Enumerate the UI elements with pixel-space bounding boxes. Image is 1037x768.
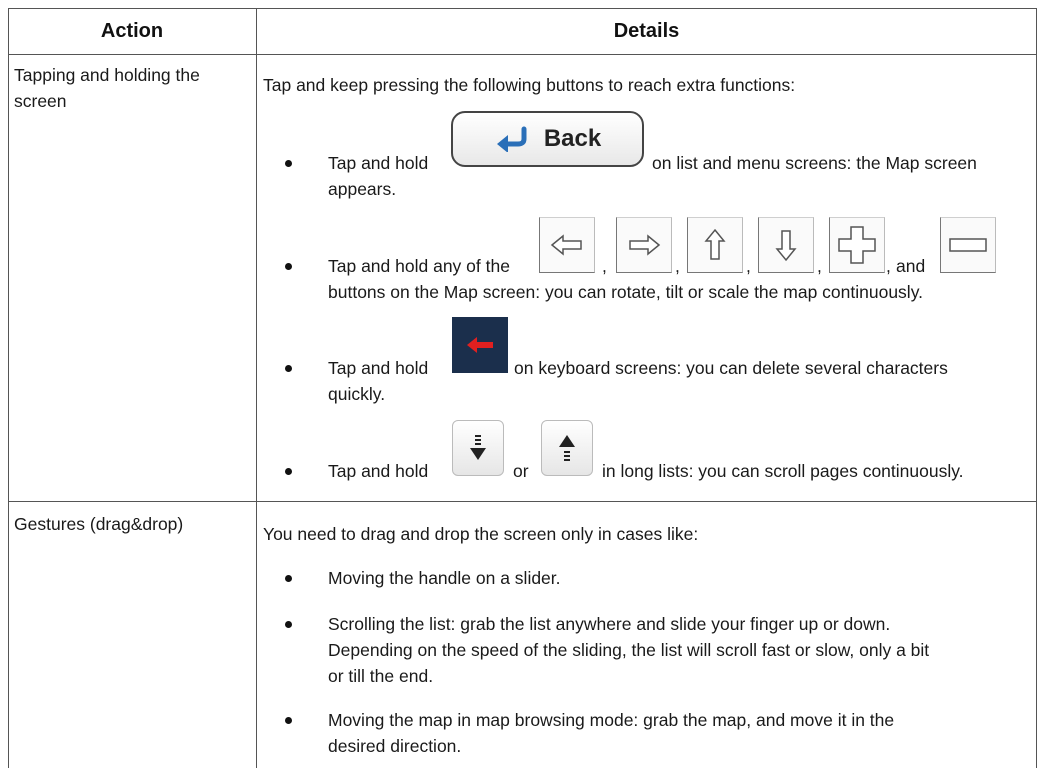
separator: , — [817, 256, 822, 276]
back-button-image: Back — [451, 111, 644, 167]
back-arrow-icon — [496, 126, 527, 152]
bullet — [285, 160, 292, 167]
item-text: on keyboard screens: you can delete seve… — [514, 358, 948, 378]
header-details: Details — [613, 19, 680, 42]
page-up-button-image — [541, 420, 593, 476]
bullet — [285, 717, 292, 724]
separator: , — [886, 256, 891, 276]
arrow-left-icon — [550, 234, 582, 256]
row1-action: Tapping and holding the screen — [14, 65, 200, 111]
item-text: Tap and hold — [328, 461, 429, 481]
column-divider — [256, 8, 257, 768]
and-text: and — [896, 256, 926, 276]
row2-action: Gestures (drag&drop) — [14, 514, 184, 534]
row1-intro: Tap and keep pressing the following butt… — [263, 75, 796, 95]
page-down-icon — [470, 435, 486, 460]
arrow-down-icon — [775, 230, 797, 262]
separator: , — [602, 256, 607, 276]
item-text: Tap and hold — [328, 153, 429, 173]
item-text: Moving the map in map browsing mode: gra… — [328, 710, 895, 730]
table-left-border — [8, 8, 9, 768]
item-text: Moving the handle on a slider. — [328, 568, 561, 588]
features-table: Action Details Tapping and holding the s… — [8, 8, 1037, 768]
bullet — [285, 621, 292, 628]
item-text: buttons on the Map screen: you can rotat… — [328, 282, 924, 302]
bullet — [285, 263, 292, 270]
item-text: Tap and hold — [328, 358, 429, 378]
row2-intro: You need to drag and drop the screen onl… — [263, 524, 699, 544]
bullet — [285, 468, 292, 475]
item-text: desired direction. — [328, 736, 462, 756]
zoom-in-plus-icon — [838, 226, 876, 264]
page-up-icon — [559, 435, 575, 461]
page-down-button-image — [452, 420, 504, 476]
header-action: Action — [100, 19, 164, 42]
item-text: quickly. — [328, 384, 386, 404]
arrow-up-icon — [704, 228, 726, 260]
back-label: Back — [543, 125, 602, 152]
backspace-red-arrow-icon — [467, 337, 493, 353]
separator: , — [675, 256, 680, 276]
arrow-right-icon — [629, 234, 661, 256]
separator: , — [746, 256, 751, 276]
or-text: or — [513, 461, 529, 481]
zoom-in-button-image — [829, 217, 885, 273]
arrow-left-button-image — [539, 217, 595, 273]
bullet — [285, 365, 292, 372]
delete-button-image — [452, 317, 508, 373]
item-text: on list and menu screens: the Map screen — [652, 153, 977, 173]
header-divider — [8, 54, 1037, 55]
arrow-up-button-image — [687, 217, 743, 273]
item-text: or till the end. — [328, 666, 434, 686]
bullet — [285, 575, 292, 582]
item-text: Tap and hold any of the — [328, 256, 510, 276]
zoom-out-minus-icon — [949, 238, 987, 252]
item-text: in long lists: you can scroll pages cont… — [602, 461, 964, 481]
item-text: Scrolling the list: grab the list anywhe… — [328, 614, 891, 634]
item-text: Depending on the speed of the sliding, t… — [328, 640, 930, 660]
item-text: appears. — [328, 179, 397, 199]
arrow-down-button-image — [758, 217, 814, 273]
row-divider — [8, 501, 1037, 502]
arrow-right-button-image — [616, 217, 672, 273]
zoom-out-button-image — [940, 217, 996, 273]
